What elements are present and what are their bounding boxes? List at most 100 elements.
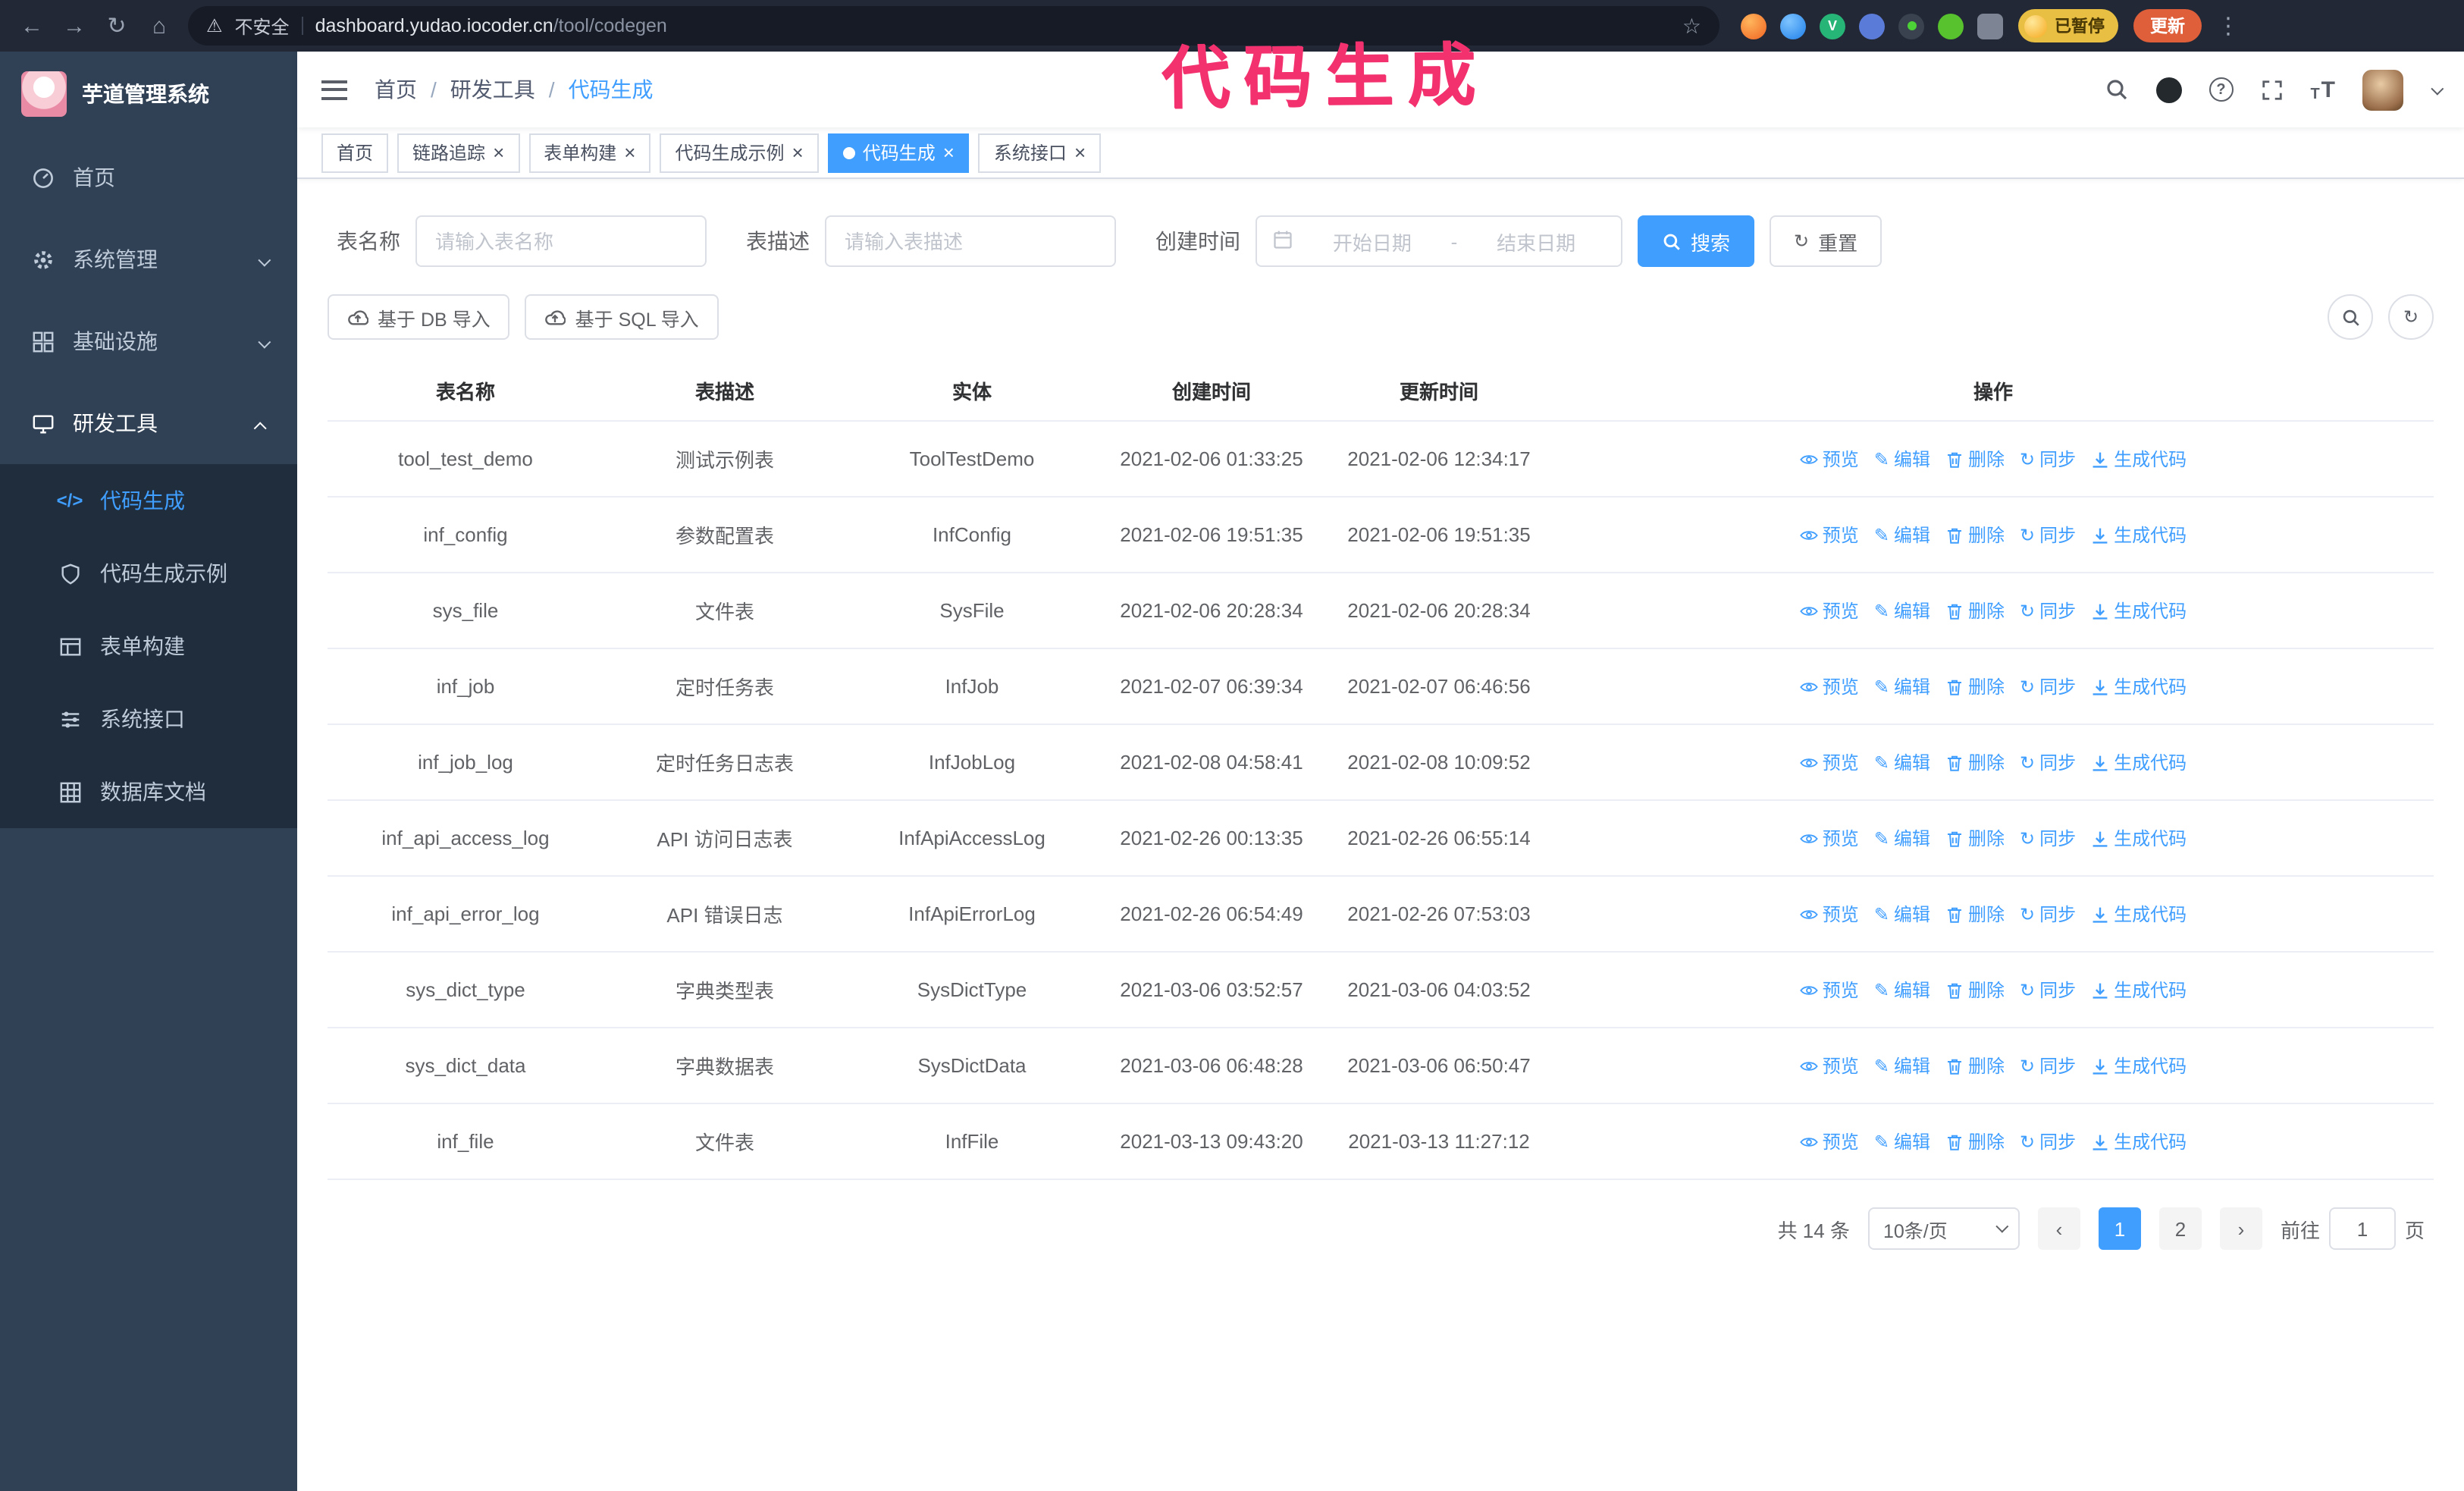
extensions-puzzle-icon[interactable] [1977,13,2003,39]
tab-form-builder[interactable]: 表单构建 × [528,133,651,172]
close-icon[interactable]: × [943,143,955,162]
next-page-button[interactable]: › [2219,1207,2262,1250]
font-size-icon[interactable]: TT [2310,77,2335,102]
date-range-picker[interactable]: 开始日期 - 结束日期 [1256,215,1622,267]
sidebar-item-devtools[interactable]: 研发工具 [0,382,297,464]
edit-link[interactable]: ✎ 编辑 [1874,673,1930,699]
page-button-2[interactable]: 2 [2158,1207,2202,1250]
breadcrumb-item[interactable]: 研发工具 [450,74,535,105]
delete-link[interactable]: 删除 [1945,1128,2005,1154]
delete-link[interactable]: 删除 [1945,446,2005,472]
preview-link[interactable]: 预览 [1799,1053,1859,1078]
delete-link[interactable]: 删除 [1945,749,2005,775]
sync-link[interactable]: ↻ 同步 [2020,598,2076,623]
preview-link[interactable]: 预览 [1799,598,1859,623]
preview-link[interactable]: 预览 [1799,749,1859,775]
close-icon[interactable]: × [792,143,804,162]
generate-code-link[interactable]: 生成代码 [2091,1053,2187,1078]
edit-link[interactable]: ✎ 编辑 [1874,901,1930,927]
sidebar-item-form-builder[interactable]: 表单构建 [0,610,297,683]
sync-link[interactable]: ↻ 同步 [2020,446,2076,472]
reset-button[interactable]: ↻ 重置 [1770,215,1882,267]
preview-link[interactable]: 预览 [1799,825,1859,851]
extension-icon[interactable] [1741,13,1766,39]
address-bar[interactable]: ⚠ 不安全 dashboard.yudao.iocoder.cn/tool/co… [188,6,1719,46]
back-icon[interactable]: ← [18,13,45,39]
search-button[interactable]: 搜索 [1638,215,1755,267]
browser-menu-icon[interactable]: ⋮ [2217,12,2240,39]
delete-link[interactable]: 删除 [1945,901,2005,927]
sidebar-item-db-doc[interactable]: 数据库文档 [0,755,297,828]
generate-code-link[interactable]: 生成代码 [2091,522,2187,548]
generate-code-link[interactable]: 生成代码 [2091,446,2187,472]
forward-icon[interactable]: → [61,13,88,39]
sync-link[interactable]: ↻ 同步 [2020,1053,2076,1078]
tab-system-api[interactable]: 系统接口 × [978,133,1102,172]
extension-icon[interactable] [1938,13,1964,39]
breadcrumb-item[interactable]: 首页 [375,74,417,105]
import-sql-button[interactable]: 基于 SQL 导入 [525,294,719,340]
profile-chip[interactable]: 已暂停 [2018,9,2118,42]
user-avatar[interactable] [2362,69,2403,110]
extension-icon[interactable] [1780,13,1806,39]
app-logo-row[interactable]: 芋道管理系统 [0,52,297,137]
preview-link[interactable]: 预览 [1799,446,1859,472]
table-name-input[interactable] [415,215,707,267]
delete-link[interactable]: 删除 [1945,977,2005,1003]
tab-codegen[interactable]: 代码生成 × [827,133,970,172]
delete-link[interactable]: 删除 [1945,673,2005,699]
preview-link[interactable]: 预览 [1799,673,1859,699]
table-desc-input[interactable] [825,215,1116,267]
browser-update-button[interactable]: 更新 [2133,9,2202,42]
sync-link[interactable]: ↻ 同步 [2020,825,2076,851]
preview-link[interactable]: 预览 [1799,1128,1859,1154]
delete-link[interactable]: 删除 [1945,522,2005,548]
toggle-search-button[interactable] [2328,294,2373,340]
edit-link[interactable]: ✎ 编辑 [1874,598,1930,623]
extension-icon[interactable]: V [1820,13,1845,39]
generate-code-link[interactable]: 生成代码 [2091,901,2187,927]
page-button-1[interactable]: 1 [2098,1207,2141,1250]
import-db-button[interactable]: 基于 DB 导入 [328,294,510,340]
close-icon[interactable]: × [1074,143,1086,162]
extension-icon[interactable] [1898,13,1924,39]
generate-code-link[interactable]: 生成代码 [2091,598,2187,623]
sidebar-item-codegen[interactable]: </> 代码生成 [0,464,297,537]
sync-link[interactable]: ↻ 同步 [2020,901,2076,927]
prev-page-button[interactable]: ‹ [2037,1207,2080,1250]
avatar-caret-icon[interactable] [2431,76,2444,103]
generate-code-link[interactable]: 生成代码 [2091,977,2187,1003]
sync-link[interactable]: ↻ 同步 [2020,522,2076,548]
edit-link[interactable]: ✎ 编辑 [1874,825,1930,851]
preview-link[interactable]: 预览 [1799,901,1859,927]
fullscreen-icon[interactable] [2260,78,2283,101]
sidebar-item-system-api[interactable]: 系统接口 [0,683,297,755]
github-icon[interactable] [2155,77,2182,102]
generate-code-link[interactable]: 生成代码 [2091,749,2187,775]
edit-link[interactable]: ✎ 编辑 [1874,446,1930,472]
close-icon[interactable]: × [493,143,504,162]
preview-link[interactable]: 预览 [1799,977,1859,1003]
sidebar-item-home[interactable]: 首页 [0,137,297,218]
edit-link[interactable]: ✎ 编辑 [1874,749,1930,775]
extension-icon[interactable] [1859,13,1885,39]
tab-codegen-example[interactable]: 代码生成示例 × [660,133,819,172]
bookmark-star-icon[interactable]: ☆ [1682,13,1701,39]
reload-icon[interactable]: ↻ [103,12,130,39]
sidebar-toggle-icon[interactable] [321,80,347,99]
generate-code-link[interactable]: 生成代码 [2091,673,2187,699]
sync-link[interactable]: ↻ 同步 [2020,673,2076,699]
delete-link[interactable]: 删除 [1945,598,2005,623]
preview-link[interactable]: 预览 [1799,522,1859,548]
refresh-table-button[interactable]: ↻ [2388,294,2434,340]
delete-link[interactable]: 删除 [1945,825,2005,851]
sidebar-item-codegen-example[interactable]: 代码生成示例 [0,537,297,610]
page-size-select[interactable]: 10条/页 [1867,1207,2020,1250]
tab-tracing[interactable]: 链路追踪 × [397,133,520,172]
home-browser-icon[interactable]: ⌂ [146,13,173,39]
help-icon[interactable]: ? [2209,77,2234,102]
tab-home[interactable]: 首页 [321,133,389,172]
edit-link[interactable]: ✎ 编辑 [1874,522,1930,548]
close-icon[interactable]: × [624,143,635,162]
edit-link[interactable]: ✎ 编辑 [1874,1053,1930,1078]
